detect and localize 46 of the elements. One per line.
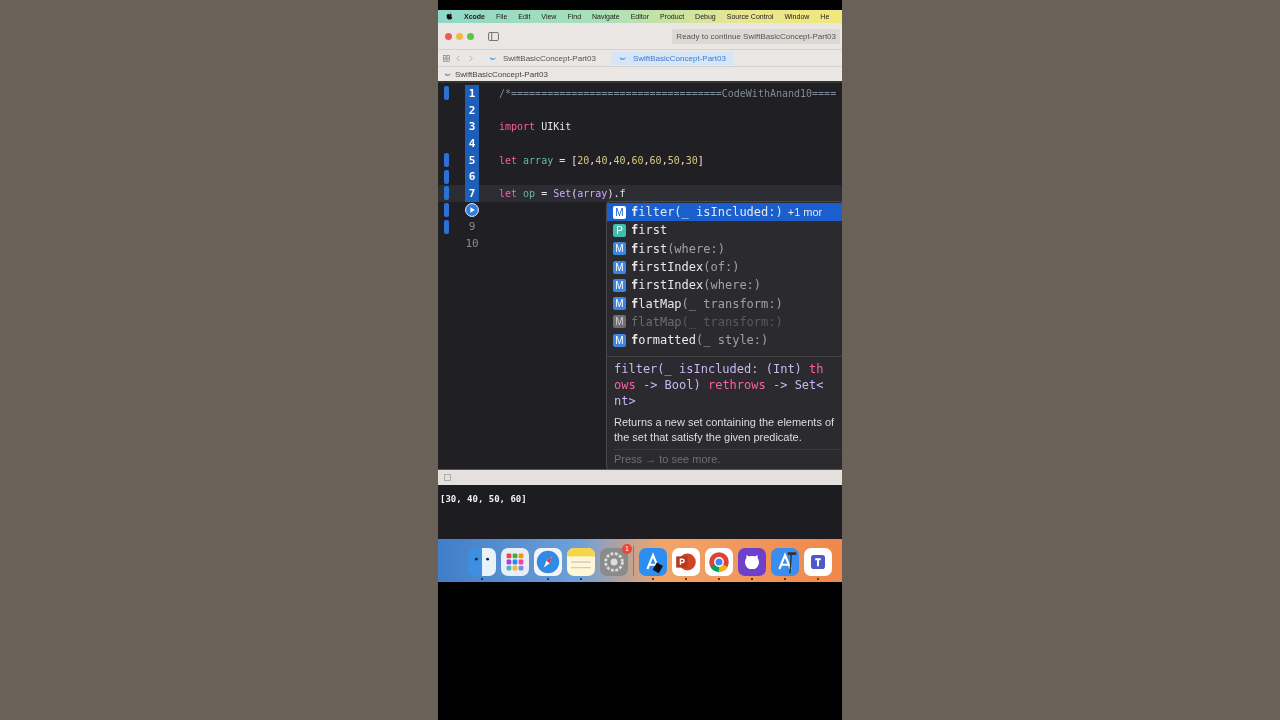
- cat-icon[interactable]: [738, 547, 766, 576]
- line-number: 7: [468, 186, 476, 200]
- grid-icon[interactable]: [443, 54, 450, 62]
- code-editor[interactable]: [438, 83, 842, 469]
- close-button[interactable]: [445, 32, 452, 40]
- editor-tab[interactable]: SwiftBasicConcept-Part03: [610, 51, 734, 65]
- completion-item[interactable]: M firstIndex(of:): [607, 257, 842, 277]
- chat-icon[interactable]: [804, 547, 832, 576]
- line-number: 6: [468, 170, 476, 184]
- run-icon[interactable]: [465, 203, 479, 218]
- completion-item[interactable]: P first: [607, 221, 842, 240]
- browser-icon[interactable]: [705, 547, 733, 576]
- completion-item[interactable]: M formatted(_ style:): [607, 331, 842, 350]
- slides-icon[interactable]: [672, 547, 700, 576]
- line-number: 2: [468, 103, 476, 117]
- app-store-icon[interactable]: [639, 547, 667, 576]
- notes-icon[interactable]: [567, 547, 595, 576]
- line-number: 10: [465, 237, 479, 251]
- sidebar-toggle-icon[interactable]: [488, 31, 499, 41]
- breadcrumb[interactable]: SwiftBasicConcept-Part03: [455, 69, 548, 79]
- signature-text: filter(_ isIncluded: (Int) th ows -> Bool) rethrows -> Set< nt>: [614, 361, 825, 409]
- code-line: let array = [20,40,40,60,60,50,30]: [499, 154, 704, 166]
- apple-logo-icon[interactable]: [446, 12, 453, 21]
- line-number: 3: [468, 120, 476, 134]
- code-line: /*===================================CodeWithAnand10====: [499, 87, 837, 99]
- hint-text: Press → to see more.: [614, 449, 841, 465]
- panel-toggle-icon[interactable]: [444, 474, 451, 481]
- editor-tab[interactable]: SwiftBasicConcept-Part03: [481, 51, 604, 65]
- completion-item[interactable]: M filter(_ isIncluded:) +1 mor: [607, 203, 842, 222]
- line-number: 5: [468, 153, 476, 167]
- console-output: [30, 40, 50, 60]: [440, 494, 527, 504]
- description-text: Returns a new set containing the elements of the set that satisfy the given predicate.: [614, 415, 836, 445]
- activity-status: Ready to continue SwiftBasicConcept-Part03: [672, 28, 840, 44]
- compass-icon[interactable]: [534, 547, 562, 576]
- hammer-icon[interactable]: [771, 547, 799, 576]
- line-number: 4: [468, 136, 476, 150]
- zoom-button[interactable]: [467, 32, 474, 40]
- grid-icon[interactable]: [501, 547, 529, 576]
- completion-item[interactable]: M first(where:): [607, 239, 842, 258]
- completion-item[interactable]: M firstIndex(where:): [607, 276, 842, 295]
- line-number: 1: [468, 86, 476, 100]
- code-line: import UIKit: [499, 121, 572, 133]
- code-line: let op = Set(array).f: [499, 187, 626, 199]
- line-number: 9: [468, 220, 476, 234]
- face-icon[interactable]: [468, 547, 496, 576]
- completion-item[interactable]: M flatMap(_ transform:): [607, 294, 842, 313]
